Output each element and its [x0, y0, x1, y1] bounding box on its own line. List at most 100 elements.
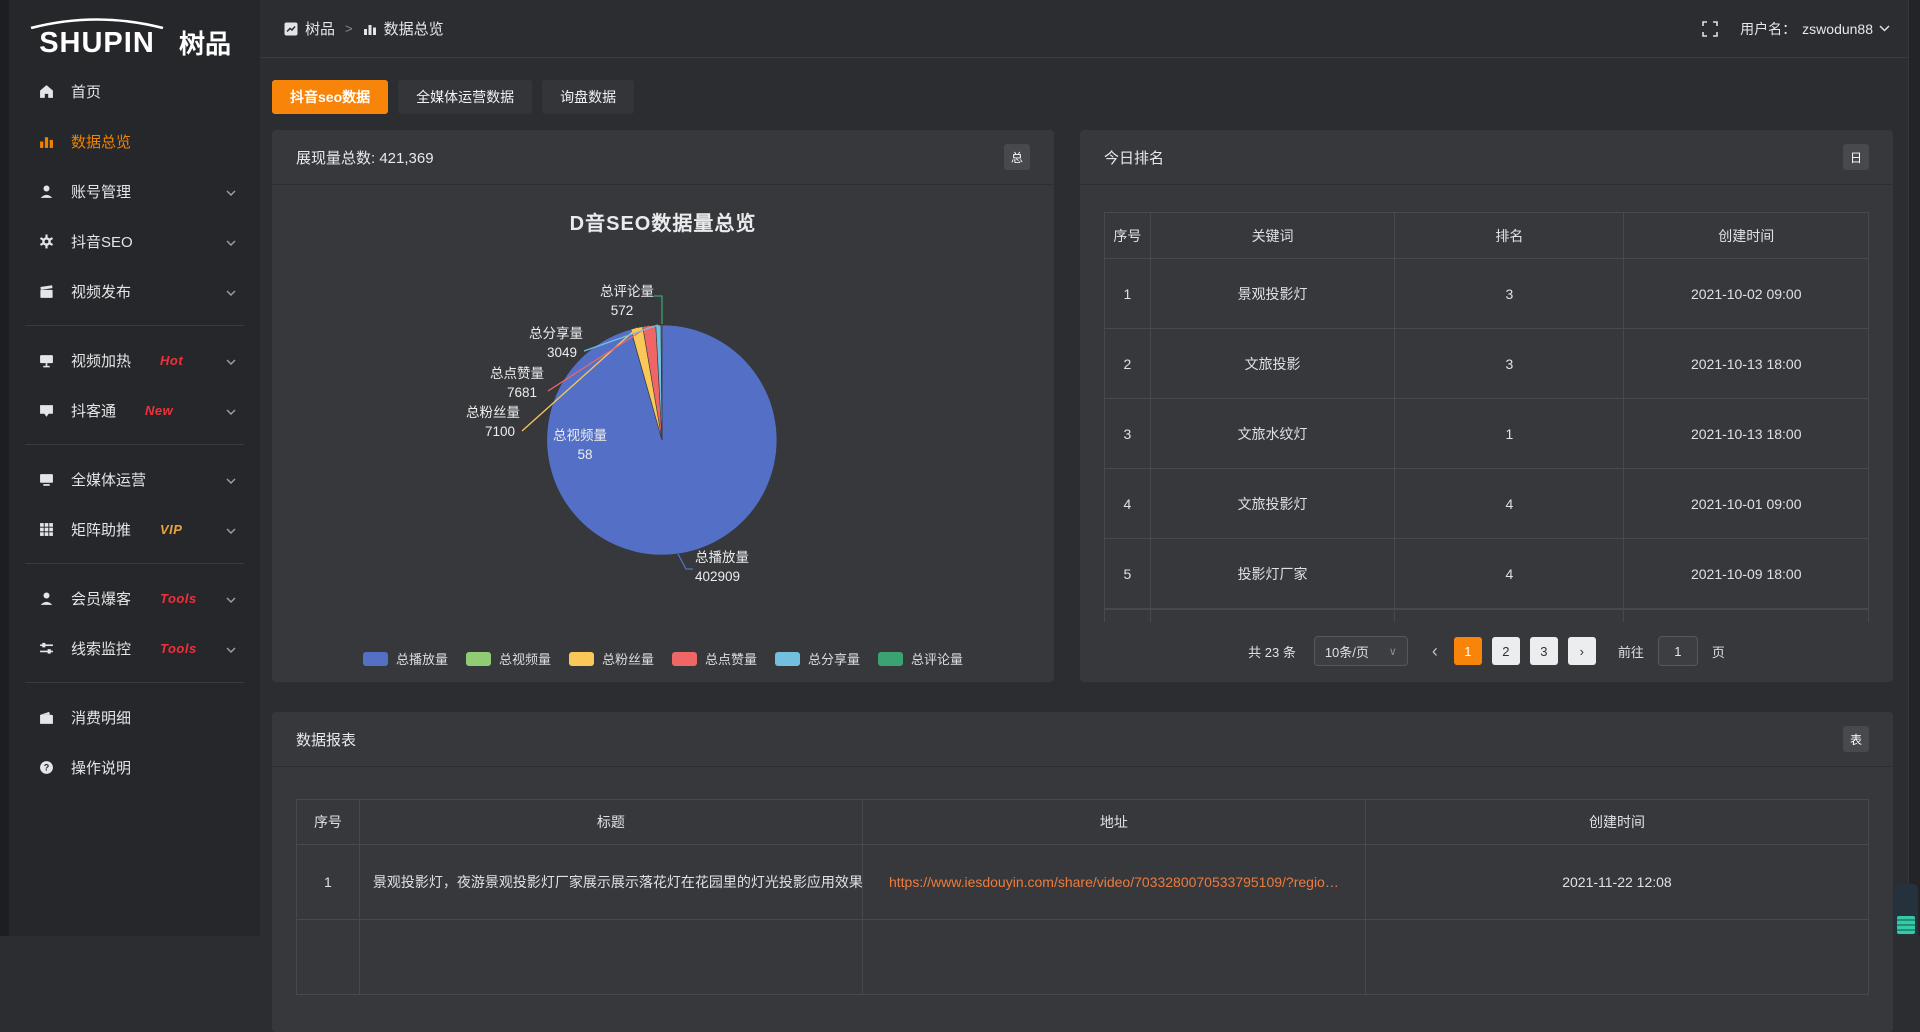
table-cell: 2021-10-13 18:00	[1624, 399, 1869, 469]
sidebar-item-8[interactable]: 全媒体运营	[9, 454, 260, 504]
sidebar-item-1[interactable]: 首页	[9, 66, 260, 116]
sidebar-item-4[interactable]: 抖音SEO	[9, 216, 260, 266]
svg-text:?: ?	[44, 762, 50, 772]
table-cell: 文旅水纹灯	[1150, 399, 1394, 469]
app-icon	[284, 22, 298, 36]
sidebar-item-7[interactable]: 抖客通New	[9, 385, 260, 435]
chevron-down-icon	[226, 640, 236, 657]
floating-widget[interactable]	[1894, 884, 1918, 936]
logo-text-cn: 树品	[179, 31, 231, 58]
prev-page-button[interactable]: ‹	[1426, 641, 1444, 662]
legend-item-总视频量[interactable]: 总视频量	[466, 649, 551, 668]
table-cell: 1	[297, 845, 360, 920]
fullscreen-icon[interactable]	[1702, 21, 1718, 37]
pie-label: 7100	[485, 424, 515, 439]
table-cell: 2021-10-13 18:00	[1624, 329, 1869, 399]
table-cell: 2	[1105, 329, 1151, 399]
sidebar-item-6[interactable]: 视频加热Hot	[9, 335, 260, 385]
legend-label: 总粉丝量	[602, 649, 654, 668]
matrix-icon	[39, 521, 56, 538]
legend-label: 总点赞量	[705, 649, 757, 668]
legend-item-总评论量[interactable]: 总评论量	[878, 649, 963, 668]
table-cell: 2021-10-01 09:00	[1624, 469, 1869, 539]
chevron-down-icon	[226, 521, 236, 538]
gear-icon	[39, 233, 56, 250]
table-cell	[1150, 610, 1394, 623]
sidebar-item-2[interactable]: 数据总览	[9, 116, 260, 166]
sidebar-item-5[interactable]: 视频发布	[9, 266, 260, 316]
goto-unit: 页	[1712, 642, 1725, 661]
column-header: 标题	[359, 800, 862, 845]
next-page-button[interactable]: ›	[1568, 637, 1596, 665]
sidebar-item-9[interactable]: 矩阵助推VIP	[9, 504, 260, 554]
member-icon	[39, 590, 56, 607]
sidebar-item-label: 全媒体运营	[71, 469, 146, 490]
table-cell: 3	[1395, 259, 1624, 329]
column-header: 序号	[297, 800, 360, 845]
table-row: 4文旅投影灯42021-10-01 09:00	[1105, 469, 1869, 539]
legend-item-总粉丝量[interactable]: 总粉丝量	[569, 649, 654, 668]
table-row: 3文旅水纹灯12021-10-13 18:00	[1105, 399, 1869, 469]
sidebar-item-label: 操作说明	[71, 757, 131, 778]
sidebar-item-12[interactable]: 消费明细	[9, 692, 260, 742]
data-report-panel: 数据报表 表 序号标题地址创建时间1景观投影灯，夜游景观投影灯厂家展示展示落花灯…	[272, 712, 1893, 1032]
page-button-3[interactable]: 3	[1530, 637, 1558, 665]
label-line	[678, 554, 693, 569]
user-menu[interactable]: 用户名：zswodun88	[1740, 19, 1890, 39]
data-overview-icon	[39, 133, 56, 150]
page-scrollbar[interactable]	[1908, 0, 1920, 936]
tab-media-operation[interactable]: 全媒体运营数据	[398, 80, 532, 114]
chevron-down-icon: ∨	[1389, 645, 1397, 658]
pie-label: 总粉丝量	[466, 405, 520, 420]
clue-icon	[39, 640, 56, 657]
table-cell: 5	[1105, 539, 1151, 609]
today-ranking-panel: 今日排名 日 序号关键词排名创建时间1景观投影灯32021-10-02 09:0…	[1080, 130, 1893, 682]
column-header: 排名	[1395, 213, 1624, 259]
breadcrumb-item-root[interactable]: 树品	[284, 18, 335, 39]
sidebar-item-label: 首页	[71, 81, 101, 102]
sidebar-item-11[interactable]: 线索监控Tools	[9, 623, 260, 673]
day-badge-button[interactable]: 日	[1843, 144, 1869, 170]
sidebar-item-13[interactable]: ? 操作说明	[9, 742, 260, 792]
sidebar: SHUPIN 树品 首页数据总览账号管理抖音SEO视频发布视频加热Hot抖客通N…	[0, 0, 260, 936]
total-badge-button[interactable]: 总	[1004, 144, 1030, 170]
username-label: 用户名：	[1740, 19, 1796, 39]
chevron-down-icon	[226, 402, 236, 419]
page-size-select[interactable]: 10条/页∨	[1314, 636, 1408, 666]
tab-inquiry[interactable]: 询盘数据	[542, 80, 634, 114]
help-icon: ?	[39, 759, 56, 776]
sidebar-item-10[interactable]: 会员爆客Tools	[9, 573, 260, 623]
video-link[interactable]: https://www.iesdouyin.com/share/video/70…	[889, 874, 1339, 890]
sidebar-item-label: 账号管理	[71, 181, 131, 202]
data-tabs: 抖音seo数据 全媒体运营数据 询盘数据	[272, 80, 1893, 114]
chevron-down-icon	[226, 233, 236, 250]
tab-douyin-seo[interactable]: 抖音seo数据	[272, 80, 388, 114]
sidebar-item-3[interactable]: 账号管理	[9, 166, 260, 216]
breadcrumb-label: 数据总览	[384, 18, 444, 39]
sidebar-divider	[25, 444, 244, 445]
sidebar-item-tag: New	[145, 403, 173, 418]
legend-item-总点赞量[interactable]: 总点赞量	[672, 649, 757, 668]
legend-swatch	[363, 652, 388, 666]
ranking-panel-title: 今日排名	[1104, 147, 1164, 168]
table-badge-button[interactable]: 表	[1843, 726, 1869, 752]
column-header: 地址	[862, 800, 1365, 845]
sidebar-item-label: 视频发布	[71, 281, 131, 302]
table-row: 2文旅投影32021-10-13 18:00	[1105, 329, 1869, 399]
legend-swatch	[775, 652, 800, 666]
table-cell: 2021-10-02 09:00	[1624, 259, 1869, 329]
pie-label: 58	[577, 447, 592, 462]
page-button-1[interactable]: 1	[1454, 637, 1482, 665]
main-content: 抖音seo数据 全媒体运营数据 询盘数据 展现量总数: 421,369 总 D音…	[260, 58, 1908, 936]
breadcrumb-item-current[interactable]: 数据总览	[363, 18, 444, 39]
goto-page-input[interactable]	[1658, 636, 1698, 666]
column-header: 创建时间	[1624, 213, 1869, 259]
page-button-2[interactable]: 2	[1492, 637, 1520, 665]
column-header: 关键词	[1150, 213, 1394, 259]
sidebar-item-label: 抖音SEO	[71, 231, 133, 252]
legend-item-总播放量[interactable]: 总播放量	[363, 649, 448, 668]
sidebar-item-tag: Hot	[160, 353, 183, 368]
legend-item-总分享量[interactable]: 总分享量	[775, 649, 860, 668]
sidebar-item-label: 数据总览	[71, 131, 131, 152]
chevron-down-icon	[1879, 25, 1890, 32]
